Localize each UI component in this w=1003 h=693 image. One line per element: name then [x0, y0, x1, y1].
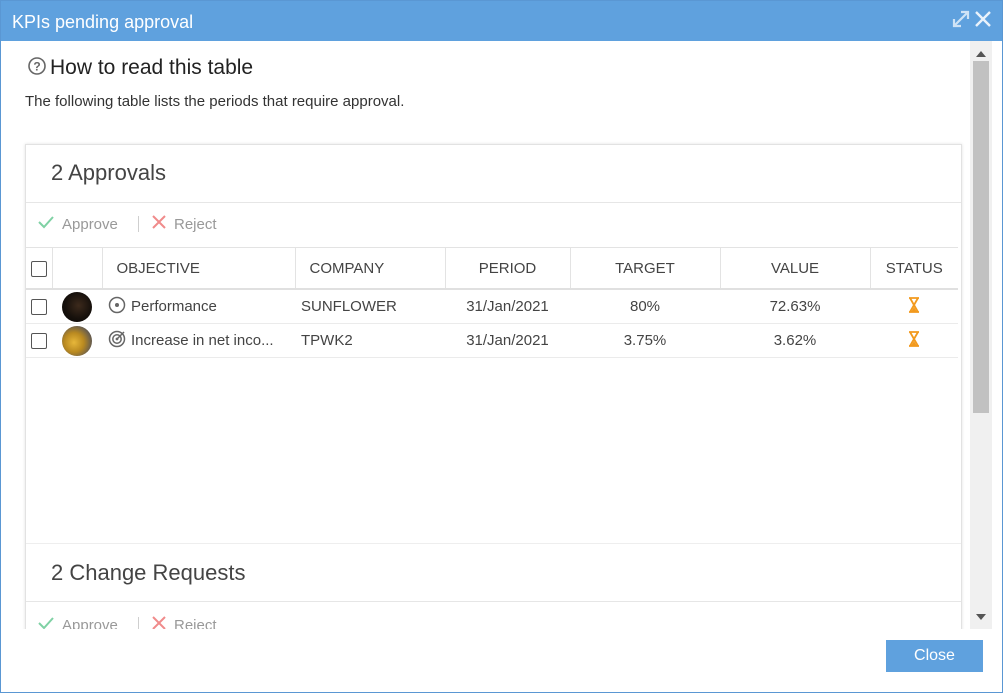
row-checkbox[interactable] — [31, 333, 47, 350]
change-approve-button[interactable]: Approve — [38, 616, 118, 629]
objective-cell[interactable]: Performance — [102, 289, 295, 324]
value-cell: 72.63% — [720, 289, 870, 324]
objective-text: Performance — [131, 298, 217, 315]
action-separator — [138, 216, 139, 232]
avatar-cell — [52, 323, 102, 358]
check-icon — [38, 616, 54, 629]
company-cell: SUNFLOWER — [295, 289, 445, 324]
change-requests-divider — [26, 601, 961, 602]
svg-text:?: ? — [33, 59, 40, 73]
change-requests-title: 2 Change Requests — [51, 560, 246, 585]
period-column-header[interactable]: PERIOD — [444, 247, 570, 290]
x-icon — [152, 616, 166, 629]
table-row[interactable]: Increase in net inco... TPWK2 31/Jan/202… — [26, 323, 958, 358]
objective-text: Increase in net inco... — [131, 332, 274, 349]
approve-label: Approve — [62, 616, 118, 630]
target-cell: 80% — [570, 289, 720, 324]
dialog-footer: Close — [1, 629, 1002, 692]
select-all-cell — [26, 247, 52, 290]
change-reject-button[interactable]: Reject — [152, 616, 217, 629]
target-icon — [108, 330, 126, 352]
dialog-content[interactable]: ? How to read this table The following t… — [1, 41, 970, 629]
approvals-title: 2 Approvals — [51, 160, 166, 185]
how-to-read-heading: ? How to read this table — [27, 56, 253, 80]
scroll-up-icon[interactable] — [976, 51, 986, 57]
close-button[interactable]: Close — [886, 640, 983, 672]
row-checkbox[interactable] — [31, 299, 47, 316]
company-column-header[interactable]: COMPANY — [294, 247, 445, 290]
period-cell: 31/Jan/2021 — [445, 289, 570, 324]
close-icon[interactable] — [973, 9, 995, 31]
value-cell: 3.62% — [720, 323, 870, 358]
dialog-titlebar[interactable]: KPIs pending approval — [1, 1, 1002, 41]
value-column-header[interactable]: VALUE — [719, 247, 870, 290]
approvals-divider — [26, 202, 961, 203]
approvals-table: OBJECTIVE COMPANY PERIOD TARGET VALUE ST… — [26, 247, 958, 358]
target-cell: 3.75% — [570, 323, 720, 358]
target-column-header[interactable]: TARGET — [569, 247, 720, 290]
avatar — [62, 325, 92, 356]
approve-label: Approve — [62, 215, 118, 233]
hourglass-icon — [907, 296, 921, 318]
dialog-title: KPIs pending approval — [12, 12, 194, 32]
select-all-checkbox[interactable] — [30, 260, 47, 277]
kpi-approval-dialog: KPIs pending approval ? How to read this… — [0, 0, 1003, 693]
status-column-header[interactable]: STATUS — [869, 247, 958, 290]
hourglass-icon — [907, 330, 921, 352]
avatar-cell — [52, 289, 102, 324]
help-icon: ? — [27, 56, 47, 81]
how-to-read-title: How to read this table — [50, 56, 254, 79]
check-icon — [38, 215, 54, 233]
table-header-row: OBJECTIVE COMPANY PERIOD TARGET VALUE ST… — [26, 247, 958, 290]
reject-label: Reject — [174, 616, 217, 630]
circle-dot-icon — [108, 296, 126, 318]
period-cell: 31/Jan/2021 — [445, 323, 570, 358]
row-select-cell — [26, 289, 52, 324]
row-select-cell — [26, 323, 52, 358]
objective-column-header[interactable]: OBJECTIVE — [101, 247, 295, 290]
action-separator — [138, 617, 139, 629]
approvals-panel: 2 Approvals Approve Reject OBJECTIVE COM… — [25, 144, 962, 629]
status-cell — [870, 289, 958, 324]
maximize-icon[interactable] — [951, 9, 973, 31]
reject-button[interactable]: Reject — [152, 215, 217, 233]
avatar — [62, 291, 92, 322]
scroll-down-icon[interactable] — [976, 614, 986, 620]
company-cell: TPWK2 — [295, 323, 445, 358]
help-description: The following table lists the periods th… — [25, 93, 405, 110]
objective-cell[interactable]: Increase in net inco... — [102, 323, 295, 358]
scrollbar-thumb[interactable] — [973, 61, 989, 413]
approve-button[interactable]: Approve — [38, 215, 118, 233]
reject-label: Reject — [174, 215, 217, 233]
vertical-scrollbar[interactable] — [970, 41, 992, 629]
status-cell — [870, 323, 958, 358]
x-icon — [152, 215, 166, 233]
table-row[interactable]: Performance SUNFLOWER 31/Jan/2021 80% 72… — [26, 289, 958, 324]
section-divider — [26, 543, 961, 544]
avatar-column-header — [51, 247, 102, 290]
